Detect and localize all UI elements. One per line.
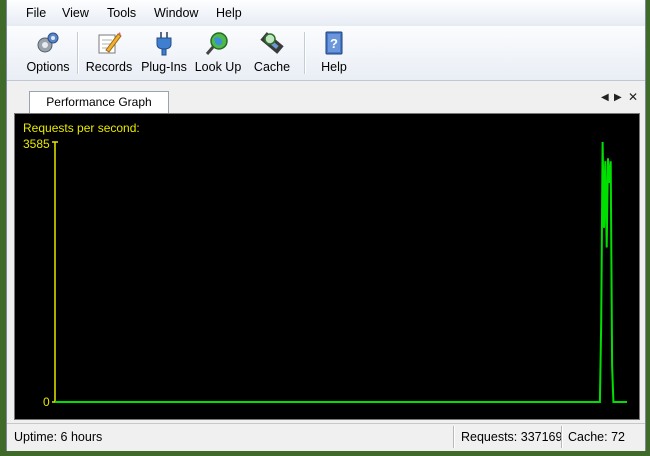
svg-text:?: ?: [330, 36, 338, 51]
lookup-label: Look Up: [194, 60, 242, 74]
close-icon[interactable]: ✕: [628, 90, 638, 104]
options-label: Options: [26, 60, 70, 74]
graph-title: Requests per second:: [23, 121, 140, 135]
performance-graph-panel: Requests per second: 3585 0: [14, 113, 640, 420]
requests-series-line: [55, 141, 627, 403]
cache-label: Cache: [253, 60, 291, 74]
uptime-status: Uptime: 6 hours: [14, 430, 103, 444]
magnifier-globe-icon: [205, 32, 228, 55]
tab-scroll-right-icon[interactable]: ▶: [614, 92, 622, 103]
tab-strip: Performance Graph ◀ ▶ ✕: [7, 82, 645, 113]
app-window: File View Tools Window Help Options Reco…: [6, 0, 646, 451]
plugins-label: Plug-Ins: [141, 60, 187, 74]
notepad-pencil-icon: [98, 32, 122, 54]
requests-status: Requests: 337169: [461, 430, 563, 444]
help-button[interactable]: ? Help: [315, 30, 353, 76]
y-max-label: 3585: [23, 137, 50, 151]
film-magnifier-icon: [260, 32, 284, 54]
menu-tools[interactable]: Tools: [107, 6, 136, 20]
plug-icon: [156, 32, 172, 56]
menu-window[interactable]: Window: [154, 6, 198, 20]
menu-help[interactable]: Help: [216, 6, 242, 20]
menu-file[interactable]: File: [26, 6, 46, 20]
tab-scroll-left-icon[interactable]: ◀: [601, 92, 609, 103]
cache-button[interactable]: Cache: [252, 30, 292, 76]
lookup-button[interactable]: Look Up: [194, 30, 242, 76]
y-min-label: 0: [43, 395, 50, 409]
toolbar-separator: [77, 32, 79, 74]
help-book-icon: ?: [325, 31, 343, 55]
cache-status: Cache: 72: [568, 430, 625, 444]
menu-bar: File View Tools Window Help: [7, 0, 645, 27]
menu-view[interactable]: View: [62, 6, 89, 20]
tab-performance-graph[interactable]: Performance Graph: [29, 91, 169, 113]
plugins-button[interactable]: Plug-Ins: [139, 30, 189, 76]
options-button[interactable]: Options: [25, 30, 71, 76]
toolbar-separator: [304, 32, 306, 74]
records-label: Records: [85, 60, 133, 74]
status-divider: [453, 426, 455, 448]
help-label: Help: [321, 60, 347, 74]
status-bar: Uptime: 6 hours Requests: 337169 Cache: …: [7, 423, 645, 451]
toolbar: Options Records Plug-Ins Look Up Cache ?…: [7, 26, 645, 81]
gears-icon: [37, 32, 59, 53]
performance-graph: Requests per second: 3585 0: [23, 121, 627, 409]
records-button[interactable]: Records: [85, 30, 133, 76]
status-divider: [561, 426, 563, 448]
